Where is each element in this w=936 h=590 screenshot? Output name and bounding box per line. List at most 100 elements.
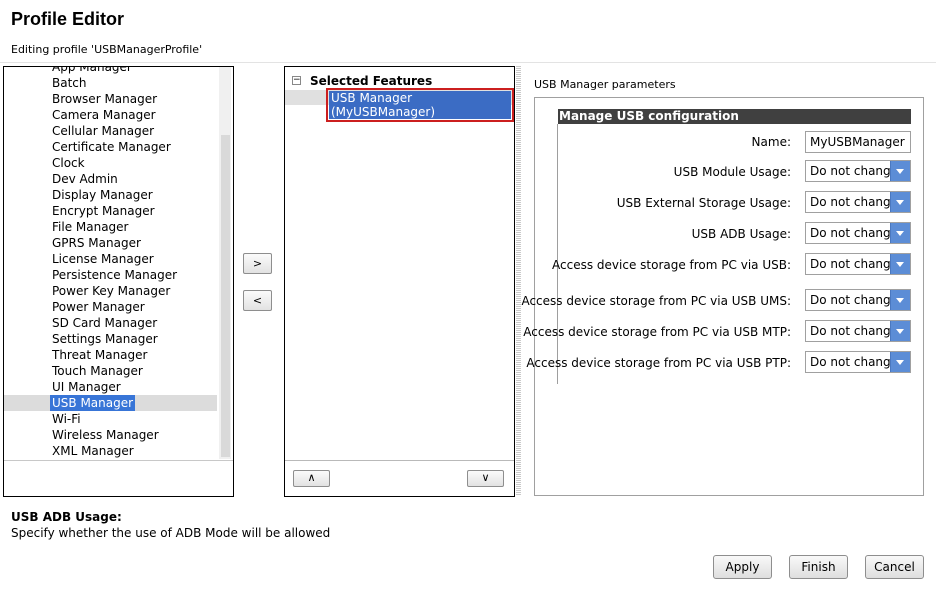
feature-list-item-label: Wi-Fi <box>52 412 81 426</box>
feature-list-item-label: GPRS Manager <box>52 236 141 250</box>
page-title: Profile Editor <box>11 9 125 29</box>
dropdown-arrow-icon[interactable] <box>890 352 910 372</box>
feature-list-item[interactable]: Browser Manager <box>4 91 217 107</box>
feature-list-item-label: Batch <box>52 76 87 90</box>
dropdown-arrow-icon[interactable] <box>890 161 910 181</box>
list-bottom-divider <box>4 460 233 461</box>
cancel-button[interactable]: Cancel <box>865 555 924 579</box>
help-title: USB ADB Usage: <box>11 510 122 524</box>
feature-list-item[interactable]: App Manager <box>4 67 217 75</box>
selected-feature-usb-manager[interactable]: USB Manager (MyUSBManager) <box>326 88 514 122</box>
usb-module-usage-select[interactable]: Do not change <box>805 160 911 182</box>
selected-features-root[interactable]: Selected Features <box>310 74 432 88</box>
select-value: Do not change <box>810 293 899 307</box>
tree-bottom-divider <box>285 460 514 461</box>
feature-list-item-label: Camera Manager <box>52 108 156 122</box>
feature-list-item[interactable]: Certificate Manager <box>4 139 217 155</box>
params-panel: Manage USB configuration Name: MyUSBMana… <box>521 97 924 496</box>
feature-list-item-label: XML Manager <box>52 444 134 458</box>
feature-list-item[interactable]: File Manager <box>4 219 217 235</box>
feature-list-item-label: Browser Manager <box>52 92 158 106</box>
feature-list-item[interactable]: UI Manager <box>4 379 217 395</box>
feature-list-item[interactable]: License Manager <box>4 251 217 267</box>
feature-list-item-label: Certificate Manager <box>52 140 171 154</box>
remove-feature-button[interactable]: < <box>243 290 272 311</box>
feature-list-item-label: File Manager <box>52 220 129 234</box>
feature-list-item[interactable]: Power Key Manager <box>4 283 217 299</box>
feature-list-item[interactable]: USB Manager <box>4 395 217 411</box>
feature-list-item-label: USB Manager <box>50 395 136 411</box>
dropdown-arrow-icon[interactable] <box>890 290 910 310</box>
feature-list-item[interactable]: Settings Manager <box>4 331 217 347</box>
select-value: Do not change <box>810 324 899 338</box>
feature-list-item[interactable]: Encrypt Manager <box>4 203 217 219</box>
dropdown-arrow-icon[interactable] <box>890 223 910 243</box>
feature-list-item-label: Threat Manager <box>52 348 148 362</box>
feature-list-item[interactable]: Power Manager <box>4 299 217 315</box>
apply-button[interactable]: Apply <box>713 555 772 579</box>
collapse-toggle-icon[interactable]: − <box>292 76 301 85</box>
storage-via-usb-mtp-label: Access device storage from PC via USB MT… <box>523 325 791 339</box>
select-value: Do not change <box>810 164 899 178</box>
feature-list-item[interactable]: GPRS Manager <box>4 235 217 251</box>
feature-list-item-label: Persistence Manager <box>52 268 178 282</box>
selected-feature-label: USB Manager (MyUSBManager) <box>329 91 511 119</box>
feature-list-item-label: App Manager <box>52 67 132 74</box>
name-label: Name: <box>751 135 791 149</box>
panel-splitter[interactable] <box>516 66 521 495</box>
dropdown-arrow-icon[interactable] <box>890 321 910 341</box>
feature-list-item[interactable]: Wireless Manager <box>4 427 217 443</box>
feature-list-item[interactable]: Dev Admin <box>4 171 217 187</box>
storage-via-usb-ptp-label: Access device storage from PC via USB PT… <box>526 356 791 370</box>
usb-external-storage-select[interactable]: Do not change <box>805 191 911 213</box>
feature-list-item-label: Touch Manager <box>52 364 143 378</box>
feature-list-item-label: Dev Admin <box>52 172 118 186</box>
feature-list-item[interactable]: Threat Manager <box>4 347 217 363</box>
storage-via-usb-ums-label: Access device storage from PC via USB UM… <box>521 294 791 308</box>
feature-list-item[interactable]: Clock <box>4 155 217 171</box>
select-value: Do not change <box>810 355 899 369</box>
feature-list-item[interactable]: Persistence Manager <box>4 267 217 283</box>
feature-list-item-label: Power Manager <box>52 300 145 314</box>
feature-list-item[interactable]: Camera Manager <box>4 107 217 123</box>
feature-list-item-label: Settings Manager <box>52 332 158 346</box>
selected-features-panel: − Selected Features USB Manager (MyUSBMa… <box>284 66 515 497</box>
feature-list-item[interactable]: Batch <box>4 75 217 91</box>
select-value: Do not change <box>810 226 899 240</box>
select-value: Do not change <box>810 257 899 271</box>
feature-list-item[interactable]: Touch Manager <box>4 363 217 379</box>
feature-list-item-label: SD Card Manager <box>52 316 158 330</box>
group-header[interactable]: Manage USB configuration <box>558 109 911 124</box>
feature-list-item[interactable]: SD Card Manager <box>4 315 217 331</box>
feature-list-item[interactable]: Cellular Manager <box>4 123 217 139</box>
storage-via-usb-ptp-select[interactable]: Do not change <box>805 351 911 373</box>
usb-adb-usage-select[interactable]: Do not change <box>805 222 911 244</box>
params-title: USB Manager parameters <box>534 78 676 91</box>
group-tree-line <box>557 124 558 384</box>
storage-via-usb-select[interactable]: Do not change <box>805 253 911 275</box>
feature-list-item-label: UI Manager <box>52 380 121 394</box>
features-scrollbar-thumb[interactable] <box>221 135 230 457</box>
storage-via-usb-ums-select[interactable]: Do not change <box>805 289 911 311</box>
usb-module-usage-label: USB Module Usage: <box>673 165 791 179</box>
dropdown-arrow-icon[interactable] <box>890 192 910 212</box>
feature-list-item-label: Wireless Manager <box>52 428 159 442</box>
feature-list-item[interactable]: Wi-Fi <box>4 411 217 427</box>
add-feature-button[interactable]: > <box>243 253 272 274</box>
move-down-button[interactable]: ∨ <box>467 470 504 487</box>
feature-list-item-label: License Manager <box>52 252 154 266</box>
feature-list-item[interactable]: XML Manager <box>4 443 217 459</box>
move-up-button[interactable]: ∧ <box>293 470 330 487</box>
page-subtitle: Editing profile 'USBManagerProfile' <box>11 43 203 56</box>
name-field[interactable]: MyUSBManager <box>805 131 911 153</box>
available-features-panel: App Manager Batch Browser Manager Camera Ma… <box>3 66 234 497</box>
feature-list-item-label: Cellular Manager <box>52 124 155 138</box>
feature-list-item-label: Power Key Manager <box>52 284 171 298</box>
available-features-list[interactable]: App Manager Batch Browser Manager Camera Ma… <box>4 67 217 459</box>
feature-list-item[interactable]: Display Manager <box>4 187 217 203</box>
usb-adb-usage-label: USB ADB Usage: <box>691 227 791 241</box>
dropdown-arrow-icon[interactable] <box>890 254 910 274</box>
storage-via-usb-mtp-select[interactable]: Do not change <box>805 320 911 342</box>
usb-external-storage-label: USB External Storage Usage: <box>616 196 791 210</box>
finish-button[interactable]: Finish <box>789 555 848 579</box>
